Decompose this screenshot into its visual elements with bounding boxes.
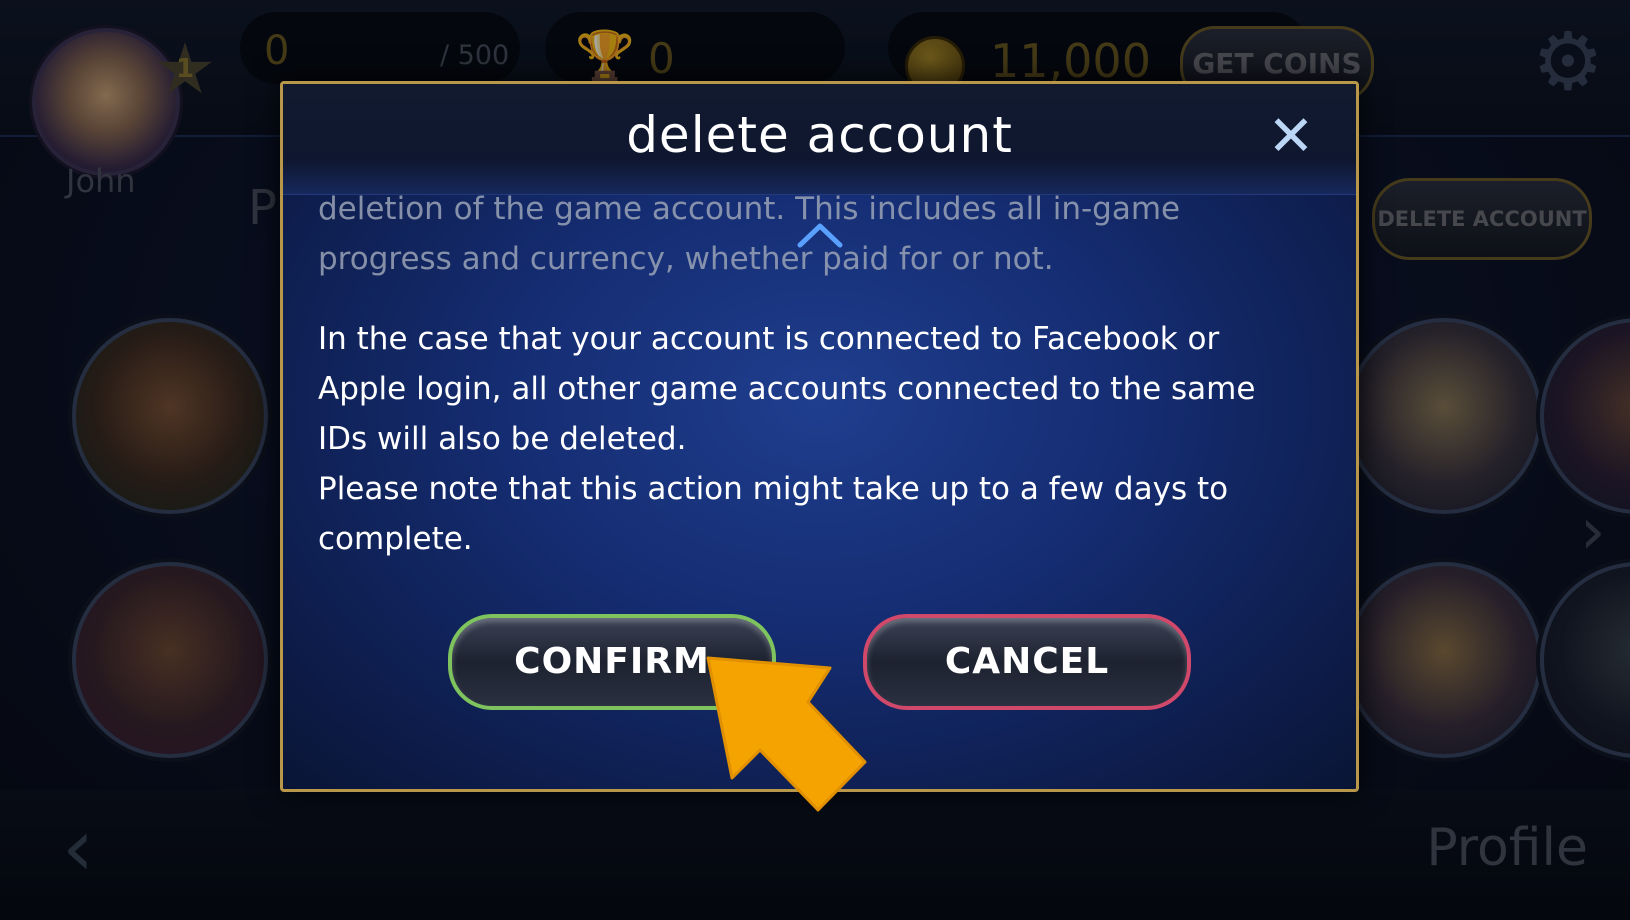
dialog-paragraph: In the case that your account is connect…	[318, 321, 1256, 457]
game-screen: ★ 1 John 0 / 500 🏆 0 11,000 GET COINS ⚙ …	[0, 0, 1630, 920]
pointer-arrow-icon	[706, 656, 867, 812]
cancel-button[interactable]: CANCEL	[863, 614, 1191, 710]
chevron-up-icon[interactable]	[795, 220, 845, 250]
close-icon[interactable]: ✕	[1264, 109, 1318, 165]
dialog-paragraph: Please note that this action might take …	[318, 471, 1229, 557]
dialog-header: delete account ✕	[283, 84, 1356, 195]
dialog-title: delete account	[626, 106, 1013, 164]
